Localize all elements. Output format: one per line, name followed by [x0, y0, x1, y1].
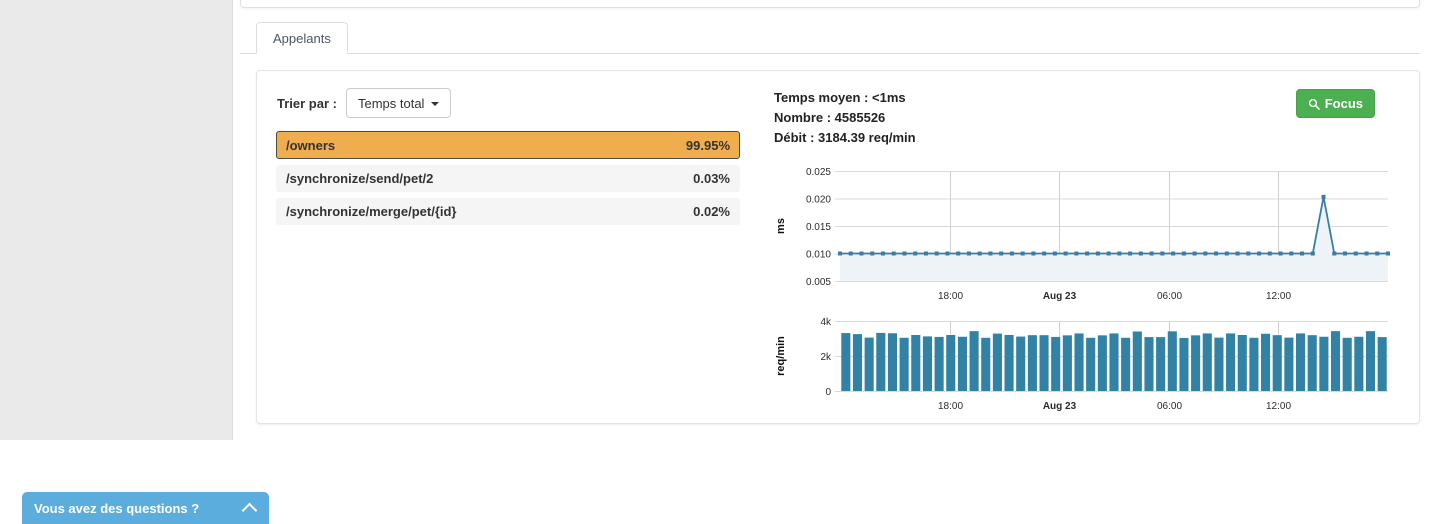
chevron-up-icon[interactable] [242, 502, 258, 518]
chat-widget-label: Vous avez des questions ? [34, 501, 199, 516]
list-item[interactable]: /owners 99.95% [276, 131, 740, 159]
response-time-chart: 0.005 0.010 0.015 0.020 0.025 ms 18:00 Aug 23 06… [774, 161, 1394, 311]
svg-text:req/min: req/min [775, 336, 787, 376]
chat-widget[interactable]: Vous avez des questions ? [22, 492, 269, 524]
svg-text:18:00: 18:00 [938, 291, 963, 302]
sort-dropdown-button[interactable]: Temps total [346, 88, 451, 118]
svg-text:4k: 4k [820, 317, 832, 328]
svg-text:Aug 23: Aug 23 [1043, 401, 1077, 412]
stat-throughput: Débit : 3184.39 req/min [774, 128, 916, 148]
chevron-down-icon [431, 102, 439, 106]
tab-appelants[interactable]: Appelants [256, 22, 348, 54]
endpoint-name: /synchronize/merge/pet/{id} [286, 204, 457, 219]
endpoint-name: /owners [286, 138, 335, 153]
endpoint-list: /owners 99.95% /synchronize/send/pet/2 0… [276, 131, 740, 231]
focus-button-label: Focus [1325, 96, 1363, 111]
previous-panel-stub [240, 0, 1420, 8]
endpoint-percent: 0.02% [683, 204, 730, 219]
svg-text:Aug 23: Aug 23 [1043, 291, 1077, 302]
sort-dropdown-value: Temps total [358, 96, 424, 111]
list-item[interactable]: /synchronize/merge/pet/{id} 0.02% [276, 198, 740, 225]
sort-control: Trier par : Temps total [277, 88, 451, 118]
sort-label: Trier par : [277, 96, 337, 111]
svg-text:2k: 2k [820, 352, 832, 363]
stat-count: Nombre : 4585526 [774, 108, 916, 128]
tab-appelants-label: Appelants [273, 31, 331, 46]
app-root: Appelants Trier par : Temps total /owner… [0, 0, 1440, 524]
svg-text:06:00: 06:00 [1157, 401, 1182, 412]
svg-text:0.005: 0.005 [806, 277, 831, 288]
svg-text:0.010: 0.010 [806, 250, 831, 261]
endpoint-name: /synchronize/send/pet/2 [286, 171, 433, 186]
tab-bar: Appelants [240, 22, 1420, 54]
svg-text:0.015: 0.015 [806, 222, 831, 233]
svg-text:18:00: 18:00 [938, 401, 963, 412]
svg-text:0.025: 0.025 [806, 167, 831, 178]
svg-text:06:00: 06:00 [1157, 291, 1182, 302]
magnifier-icon [1308, 98, 1320, 110]
list-item[interactable]: /synchronize/send/pet/2 0.03% [276, 165, 740, 192]
svg-text:0.020: 0.020 [806, 195, 831, 206]
callers-panel: Trier par : Temps total /owners 99.95% /… [256, 70, 1420, 424]
endpoint-percent: 99.95% [676, 138, 730, 153]
stat-average-time: Temps moyen : <1ms [774, 88, 916, 108]
focus-button[interactable]: Focus [1296, 89, 1375, 118]
svg-text:12:00: 12:00 [1266, 291, 1291, 302]
svg-text:0: 0 [825, 387, 831, 398]
endpoint-percent: 0.03% [683, 171, 730, 186]
svg-text:ms: ms [775, 218, 787, 234]
throughput-chart: 0 2k 4k req/min 18:00 Aug 23 06:00 12:00 [774, 311, 1394, 421]
svg-text:12:00: 12:00 [1266, 401, 1291, 412]
summary-stats: Temps moyen : <1ms Nombre : 4585526 Débi… [774, 88, 916, 148]
